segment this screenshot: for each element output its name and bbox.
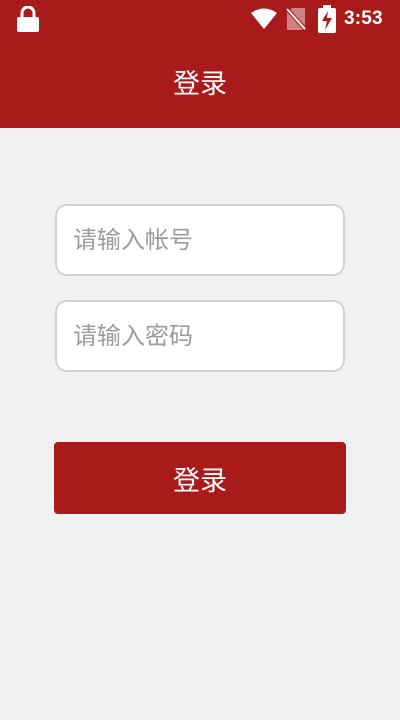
battery-charging-icon — [318, 5, 336, 33]
status-bar: 3:53 — [0, 0, 400, 38]
login-button[interactable]: 登录 — [54, 442, 346, 514]
status-time: 3:53 — [344, 8, 383, 29]
wifi-icon — [251, 8, 277, 29]
no-sim-icon — [286, 7, 306, 31]
account-input[interactable] — [55, 204, 345, 276]
page-title: 登录 — [173, 69, 227, 100]
password-input[interactable] — [55, 300, 345, 372]
app-header: 3:53 登录 — [0, 0, 400, 128]
lock-icon — [17, 6, 39, 32]
